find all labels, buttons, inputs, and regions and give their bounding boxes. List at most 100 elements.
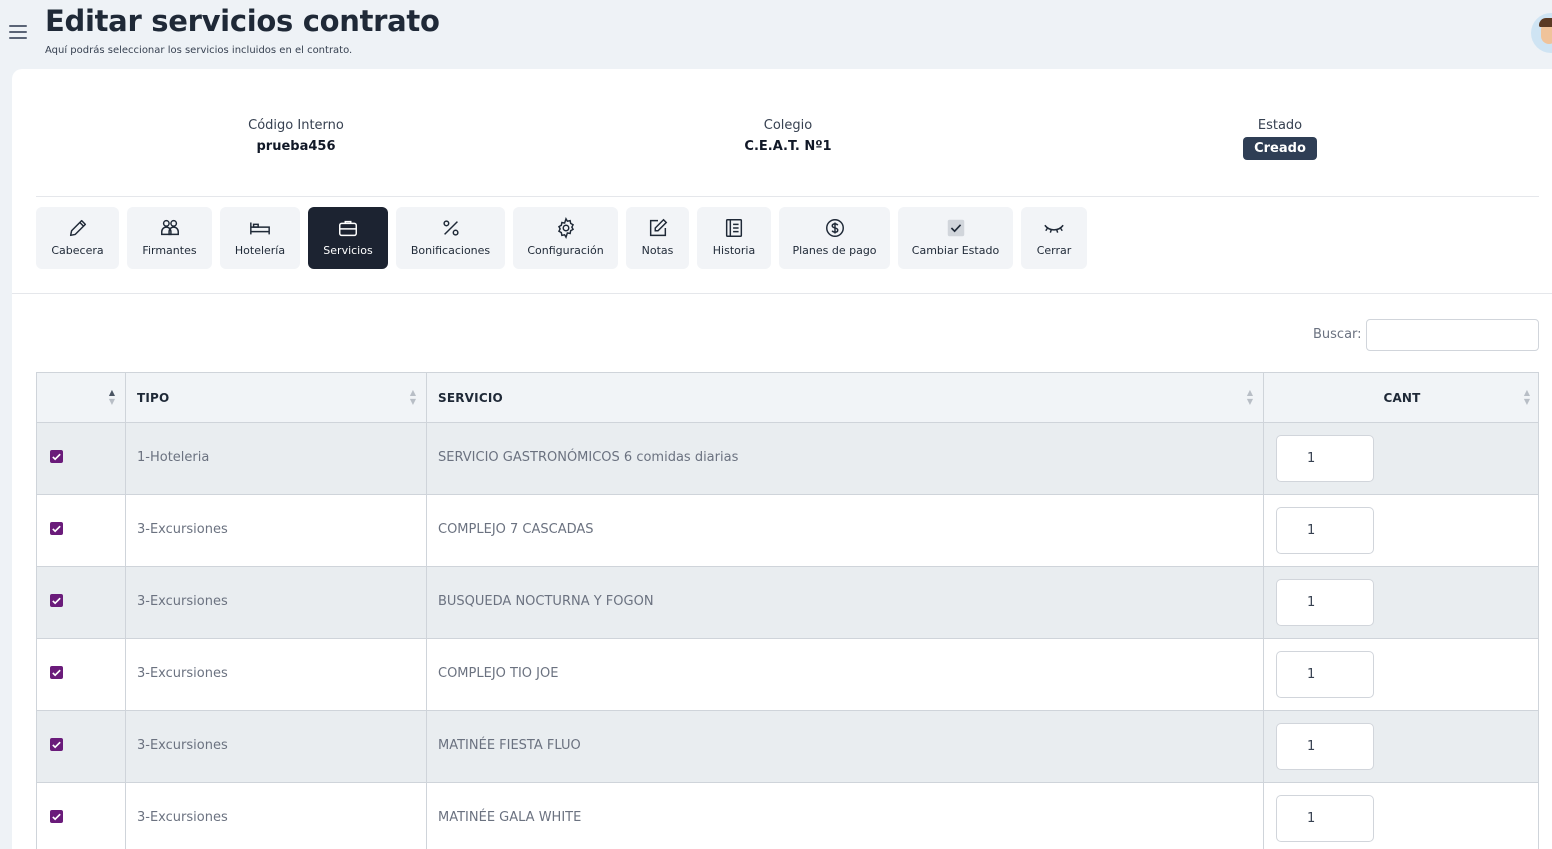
edit-note-icon bbox=[647, 217, 669, 239]
quantity-input[interactable]: 1 bbox=[1276, 651, 1374, 698]
tipo-text: 3-Excursiones bbox=[137, 666, 228, 681]
tab-servicios[interactable]: Servicios bbox=[308, 207, 388, 269]
services-table: ▲ ▼ TIPO ▲ ▼ SERVICIO ▲ ▼ CANT ▲ ▼ 1-Hoteler… bbox=[36, 372, 1539, 849]
users-icon bbox=[159, 217, 181, 239]
codigo-label: Código Interno bbox=[248, 118, 344, 133]
sort-icon[interactable]: ▲ ▼ bbox=[1524, 388, 1530, 406]
divider bbox=[36, 196, 1539, 197]
tab-cambiar-estado[interactable]: Cambiar Estado bbox=[898, 207, 1013, 269]
tab-label: Servicios bbox=[323, 244, 373, 257]
journal-icon bbox=[723, 217, 745, 239]
tipo-text: 1-Hoteleria bbox=[137, 450, 210, 465]
hamburger-menu-icon[interactable] bbox=[9, 25, 27, 39]
tab-cerrar[interactable]: Cerrar bbox=[1021, 207, 1087, 269]
row-checkbox[interactable] bbox=[50, 666, 63, 679]
percent-icon bbox=[440, 217, 462, 239]
colegio-label: Colegio bbox=[763, 118, 813, 133]
search-label: Buscar: bbox=[1313, 327, 1362, 342]
servicio-text: SERVICIO GASTRONÓMICOS 6 comidas diarias bbox=[438, 450, 739, 465]
row-checkbox[interactable] bbox=[50, 738, 63, 751]
page-title: Editar servicios contrato bbox=[45, 4, 440, 38]
header-select[interactable]: ▲ ▼ bbox=[37, 373, 126, 422]
row-checkbox[interactable] bbox=[50, 810, 63, 823]
row-checkbox[interactable] bbox=[50, 450, 63, 463]
select-cell bbox=[37, 711, 126, 782]
table-row: 3-Excursiones BUSQUEDA NOCTURNA Y FOGON … bbox=[37, 567, 1538, 639]
tab-cabecera[interactable]: Cabecera bbox=[36, 207, 119, 269]
header-tipo[interactable]: TIPO ▲ ▼ bbox=[126, 373, 427, 422]
row-checkbox[interactable] bbox=[50, 522, 63, 535]
tab-planes-de-pago[interactable]: Planes de pago bbox=[779, 207, 890, 269]
table-row: 3-Excursiones MATINÉE FIESTA FLUO 1 bbox=[37, 711, 1538, 783]
sort-icon[interactable]: ▲ ▼ bbox=[109, 388, 115, 406]
tab-label: Notas bbox=[641, 244, 674, 257]
tab-configuracion[interactable]: Configuración bbox=[513, 207, 618, 269]
info-codigo: Código Interno prueba456 bbox=[236, 118, 356, 154]
pencil-icon bbox=[67, 217, 89, 239]
servicio-text: COMPLEJO TIO JOE bbox=[438, 666, 559, 681]
select-cell bbox=[37, 423, 126, 494]
tipo-text: 3-Excursiones bbox=[137, 522, 228, 537]
tab-label: Historia bbox=[712, 244, 756, 257]
tipo-cell: 1-Hoteleria bbox=[126, 423, 427, 494]
dollar-circle-icon bbox=[824, 217, 846, 239]
header-servicio[interactable]: SERVICIO ▲ ▼ bbox=[427, 373, 1264, 422]
tipo-cell: 3-Excursiones bbox=[126, 639, 427, 710]
tab-hoteleria[interactable]: Hotelería bbox=[220, 207, 300, 269]
servicio-text: BUSQUEDA NOCTURNA Y FOGON bbox=[438, 594, 654, 609]
header-label: CANT bbox=[1383, 391, 1421, 405]
header-cant[interactable]: CANT ▲ ▼ bbox=[1264, 373, 1540, 422]
quantity-input[interactable]: 1 bbox=[1276, 579, 1374, 626]
divider bbox=[12, 293, 1552, 294]
tab-label: Hotelería bbox=[234, 244, 286, 257]
tab-label: Cerrar bbox=[1036, 244, 1072, 257]
bed-icon bbox=[249, 217, 271, 239]
tipo-cell: 3-Excursiones bbox=[126, 567, 427, 638]
main-card: Código Interno prueba456 Colegio C.E.A.T… bbox=[12, 69, 1552, 849]
select-cell bbox=[37, 567, 126, 638]
cant-cell: 1 bbox=[1264, 567, 1540, 638]
tab-label: Configuración bbox=[527, 244, 604, 257]
cant-cell: 1 bbox=[1264, 639, 1540, 710]
tipo-text: 3-Excursiones bbox=[137, 738, 228, 753]
eye-closed-icon bbox=[1043, 217, 1065, 239]
quantity-input[interactable]: 1 bbox=[1276, 795, 1374, 842]
quantity-input[interactable]: 1 bbox=[1276, 723, 1374, 770]
cant-cell: 1 bbox=[1264, 711, 1540, 782]
tipo-text: 3-Excursiones bbox=[137, 594, 228, 609]
select-cell bbox=[37, 783, 126, 849]
top-bar: Editar servicios contrato Aquí podrás se… bbox=[0, 0, 1552, 68]
tab-label: Bonificaciones bbox=[410, 244, 491, 257]
row-checkbox[interactable] bbox=[50, 594, 63, 607]
quantity-input[interactable]: 1 bbox=[1276, 435, 1374, 482]
header-label: TIPO bbox=[137, 391, 170, 405]
servicio-cell: SERVICIO GASTRONÓMICOS 6 comidas diarias bbox=[427, 423, 1264, 494]
tipo-cell: 3-Excursiones bbox=[126, 495, 427, 566]
tipo-cell: 3-Excursiones bbox=[126, 711, 427, 782]
tipo-text: 3-Excursiones bbox=[137, 810, 228, 825]
tab-label: Cambiar Estado bbox=[911, 244, 1000, 257]
servicio-cell: BUSQUEDA NOCTURNA Y FOGON bbox=[427, 567, 1264, 638]
tab-bonificaciones[interactable]: Bonificaciones bbox=[396, 207, 505, 269]
tab-label: Firmantes bbox=[142, 244, 197, 257]
sort-icon[interactable]: ▲ ▼ bbox=[1247, 388, 1253, 406]
tab-firmantes[interactable]: Firmantes bbox=[127, 207, 212, 269]
search-input[interactable] bbox=[1366, 319, 1539, 351]
info-estado: Estado Creado bbox=[1220, 118, 1340, 160]
status-badge: Creado bbox=[1243, 137, 1317, 160]
sort-icon[interactable]: ▲ ▼ bbox=[410, 388, 416, 406]
table-header-row: ▲ ▼ TIPO ▲ ▼ SERVICIO ▲ ▼ CANT ▲ ▼ bbox=[37, 373, 1538, 423]
colegio-value: C.E.A.T. Nº1 bbox=[744, 139, 832, 154]
servicio-cell: COMPLEJO 7 CASCADAS bbox=[427, 495, 1264, 566]
cant-cell: 1 bbox=[1264, 783, 1540, 849]
servicio-cell: MATINÉE FIESTA FLUO bbox=[427, 711, 1264, 782]
quantity-input[interactable]: 1 bbox=[1276, 507, 1374, 554]
avatar[interactable] bbox=[1531, 13, 1552, 53]
page-subtitle: Aquí podrás seleccionar los servicios in… bbox=[45, 45, 353, 56]
cant-cell: 1 bbox=[1264, 495, 1540, 566]
gear-icon bbox=[555, 217, 577, 239]
tab-notas[interactable]: Notas bbox=[626, 207, 689, 269]
tab-historia[interactable]: Historia bbox=[697, 207, 771, 269]
cant-cell: 1 bbox=[1264, 423, 1540, 494]
servicio-cell: MATINÉE GALA WHITE bbox=[427, 783, 1264, 849]
